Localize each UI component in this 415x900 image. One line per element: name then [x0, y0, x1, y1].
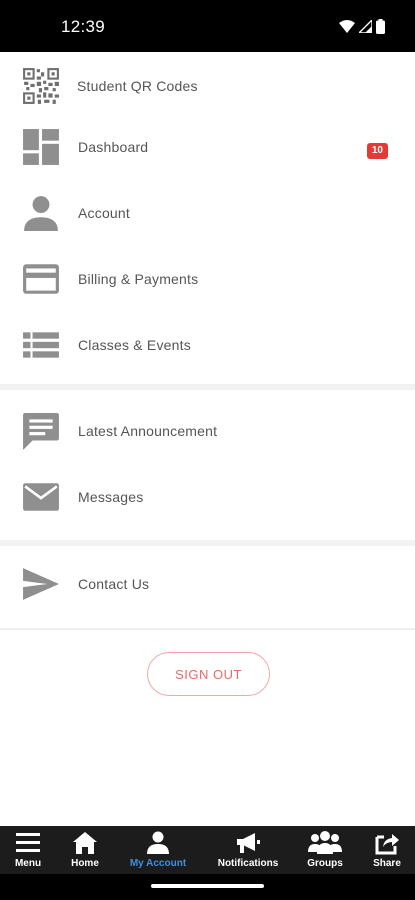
status-icons: [339, 19, 385, 34]
signal-icon: [359, 20, 372, 33]
home-indicator[interactable]: [151, 884, 264, 888]
menu-item-label: Latest Announcement: [78, 423, 218, 439]
tab-home[interactable]: Home: [65, 826, 105, 874]
home-icon: [72, 831, 98, 855]
megaphone-icon: [235, 831, 261, 855]
menu-item-classes-events[interactable]: Classes & Events: [0, 312, 415, 378]
battery-icon: [376, 19, 385, 34]
tab-notifications[interactable]: Notifications: [214, 826, 282, 874]
tab-label: Menu: [14, 858, 42, 869]
tab-groups[interactable]: Groups: [303, 826, 347, 874]
wifi-icon: [339, 20, 355, 33]
menu-item-label: Student QR Codes: [77, 78, 198, 94]
menu-item-dashboard[interactable]: Dashboard: [0, 114, 415, 180]
menu-item-label: Account: [78, 205, 130, 221]
menu-item-billing-payments[interactable]: Billing & Payments: [0, 246, 415, 312]
tab-my-account[interactable]: My Account: [124, 826, 192, 874]
menu-item-contact-us[interactable]: Contact Us: [0, 551, 415, 617]
credit-card-icon: [22, 260, 60, 298]
sign-out-button[interactable]: SIGN OUT: [147, 652, 270, 696]
person-icon: [145, 831, 171, 855]
section-divider: [0, 628, 415, 630]
section-divider: [0, 384, 415, 390]
send-icon: [22, 565, 60, 603]
dashboard-icon: [22, 128, 60, 166]
bottom-tab-bar: Menu Home My Account Notifications Group…: [0, 826, 415, 874]
tab-label: Groups: [307, 858, 343, 869]
tab-menu[interactable]: Menu: [8, 826, 48, 874]
tab-label: Share: [373, 858, 401, 869]
hamburger-icon: [15, 831, 41, 855]
person-icon: [22, 194, 60, 232]
system-navigation-bar: [0, 874, 415, 900]
announcement-icon: [22, 412, 60, 450]
tab-label: Notifications: [217, 858, 279, 869]
groups-icon: [308, 831, 342, 855]
tab-label: Home: [71, 858, 99, 869]
status-time: 12:39: [61, 17, 106, 36]
section-divider: [0, 540, 415, 546]
menu-item-student-qr-codes[interactable]: Student QR Codes: [0, 52, 415, 120]
menu-item-latest-announcement[interactable]: Latest Announcement: [0, 398, 415, 464]
list-icon: [22, 326, 60, 364]
menu-item-label: Billing & Payments: [78, 271, 199, 287]
mail-icon: [22, 478, 60, 516]
tab-share[interactable]: Share: [369, 826, 405, 874]
share-icon: [374, 831, 400, 855]
status-bar: 12:39: [0, 0, 415, 52]
menu-item-label: Contact Us: [78, 576, 150, 592]
menu-item-label: Dashboard: [78, 139, 149, 155]
menu-item-messages[interactable]: Messages: [0, 464, 415, 530]
account-notification-badge: 10: [366, 143, 388, 159]
tab-label: My Account: [129, 858, 187, 869]
menu-item-label: Messages: [78, 489, 144, 505]
menu-item-label: Classes & Events: [78, 337, 191, 353]
menu-list: Student QR Codes Dashboard Account Billi…: [0, 52, 415, 630]
menu-item-account[interactable]: Account: [0, 180, 415, 246]
qr-code-icon: [22, 67, 60, 105]
